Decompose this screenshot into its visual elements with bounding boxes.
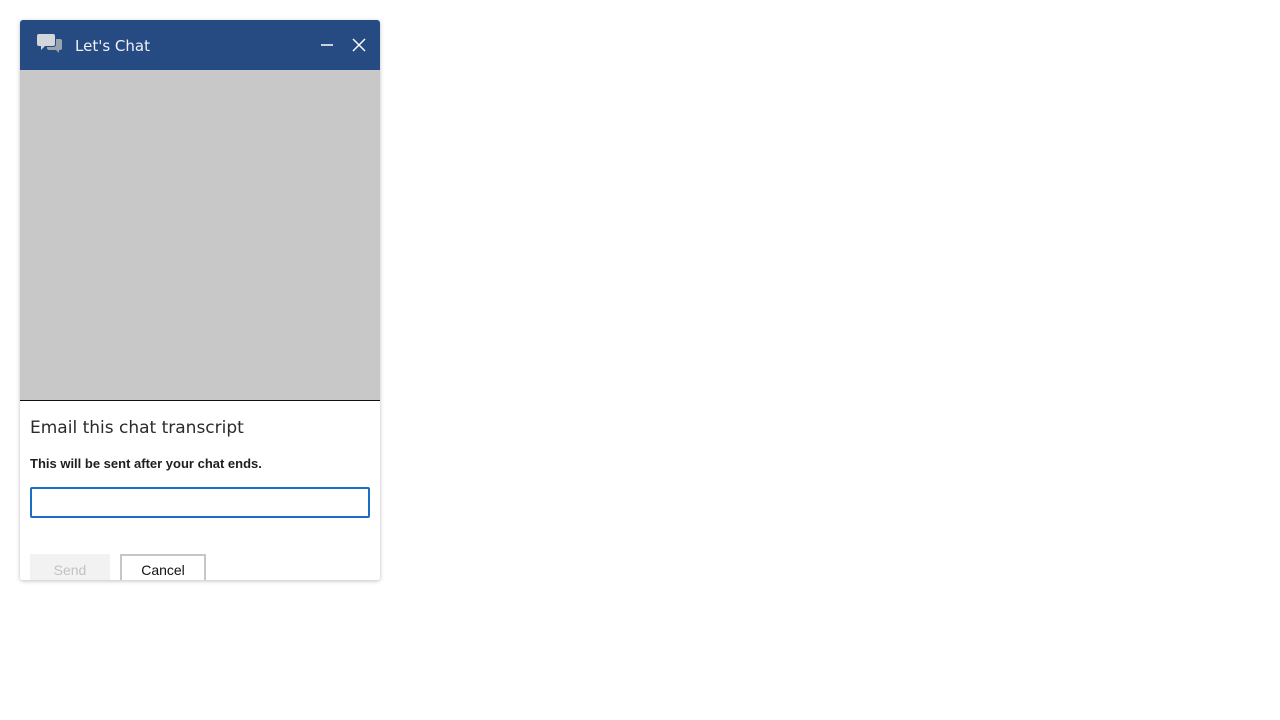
chat-bubbles-icon xyxy=(37,33,63,55)
email-input[interactable] xyxy=(30,487,370,518)
cancel-button[interactable]: Cancel xyxy=(120,554,206,580)
close-icon[interactable] xyxy=(349,35,369,55)
email-transcript-panel: Email this chat transcript This will be … xyxy=(20,401,380,580)
email-transcript-heading: Email this chat transcript xyxy=(30,418,244,438)
send-button[interactable]: Send xyxy=(30,554,110,580)
chat-header: Let's Chat xyxy=(20,20,380,70)
chat-window: Let's Chat Email this chat transcript Th… xyxy=(20,20,380,580)
chat-messages-area xyxy=(20,70,380,401)
window-title: Let's Chat xyxy=(75,37,150,55)
email-transcript-note: This will be sent after your chat ends. xyxy=(30,456,262,471)
minimize-icon[interactable] xyxy=(317,35,337,55)
